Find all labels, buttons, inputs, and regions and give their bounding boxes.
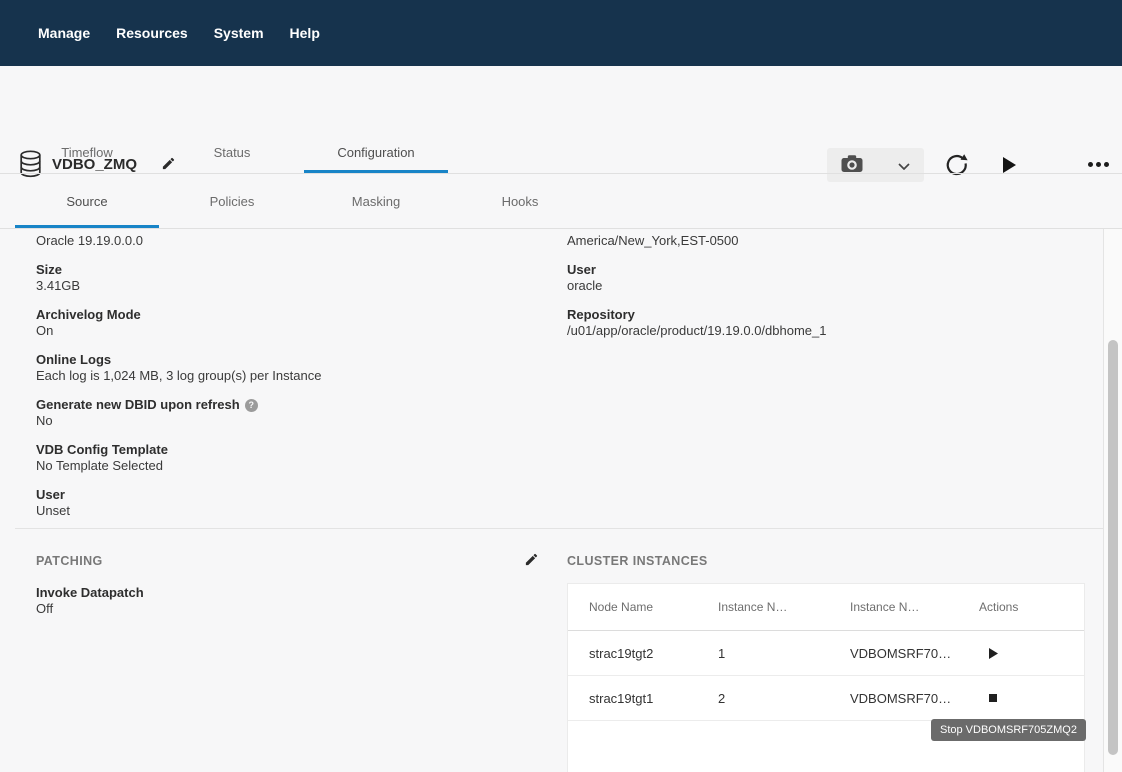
field-label: Repository bbox=[567, 307, 1087, 323]
nav-item-system[interactable]: System bbox=[214, 25, 264, 41]
column-node-name: Node Name bbox=[589, 600, 718, 614]
subtab-source[interactable]: Source bbox=[15, 174, 159, 228]
start-instance-button[interactable] bbox=[989, 648, 998, 659]
vertical-scrollbar[interactable] bbox=[1103, 229, 1122, 772]
field-invoke-datapatch: Invoke Datapatch Off bbox=[36, 585, 144, 617]
stop-instance-button[interactable] bbox=[989, 694, 997, 702]
cluster-instances-title: CLUSTER INSTANCES bbox=[567, 554, 708, 568]
cluster-instances-table: Node Name Instance N… Instance N… Action… bbox=[567, 583, 1085, 772]
field-value: No Template Selected bbox=[36, 458, 536, 474]
field-label: Online Logs bbox=[36, 352, 536, 368]
field-value: America/New_York,EST-0500 bbox=[567, 233, 1087, 249]
field-label: Invoke Datapatch bbox=[36, 585, 144, 601]
cell-instance-name: VDBOMSRF70… bbox=[850, 646, 979, 661]
column-instance-number: Instance N… bbox=[718, 600, 850, 614]
field-label: Archivelog Mode bbox=[36, 307, 536, 323]
question-circle-icon[interactable]: ? bbox=[245, 399, 258, 412]
field-value: oracle bbox=[567, 278, 1087, 294]
edit-patching-button[interactable] bbox=[524, 552, 539, 567]
field-env-user: User oracle bbox=[567, 262, 1087, 294]
nav-item-resources[interactable]: Resources bbox=[116, 25, 188, 41]
tab-configuration[interactable]: Configuration bbox=[304, 131, 448, 173]
field-label: User bbox=[36, 487, 536, 503]
field-vdb-config-template: VDB Config Template No Template Selected bbox=[36, 442, 536, 474]
field-label: User bbox=[567, 262, 1087, 278]
field-value: No bbox=[36, 413, 536, 429]
primary-tabs: Timeflow Status Configuration bbox=[0, 131, 1122, 174]
nav-item-manage[interactable]: Manage bbox=[38, 25, 90, 41]
field-user: User Unset bbox=[36, 487, 536, 519]
subtab-policies[interactable]: Policies bbox=[160, 174, 304, 228]
field-value: Oracle 19.19.0.0.0 bbox=[36, 233, 536, 249]
nav-item-help[interactable]: Help bbox=[290, 25, 320, 41]
table-row: strac19tgt1 2 VDBOMSRF70… bbox=[568, 676, 1084, 721]
field-label: VDB Config Template bbox=[36, 442, 536, 458]
configuration-subtabs: Source Policies Masking Hooks bbox=[0, 174, 1122, 229]
field-label: Generate new DBID upon refresh bbox=[36, 397, 240, 413]
field-archivelog-mode: Archivelog Mode On bbox=[36, 307, 536, 339]
patching-section-title: PATCHING bbox=[36, 554, 103, 568]
field-value: Each log is 1,024 MB, 3 log group(s) per… bbox=[36, 368, 536, 384]
stop-icon bbox=[989, 694, 997, 702]
field-timezone: America/New_York,EST-0500 bbox=[567, 233, 1087, 249]
source-details-left: Oracle 19.19.0.0.0 Size 3.41GB Archivelo… bbox=[36, 233, 536, 532]
cell-node-name: strac19tgt1 bbox=[589, 691, 718, 706]
scrollbar-thumb[interactable] bbox=[1108, 340, 1118, 755]
title-bar: VDBO_ZMQ bbox=[0, 66, 1122, 131]
field-value: 3.41GB bbox=[36, 278, 536, 294]
table-header-row: Node Name Instance N… Instance N… Action… bbox=[568, 584, 1084, 631]
field-online-logs: Online Logs Each log is 1,024 MB, 3 log … bbox=[36, 352, 536, 384]
table-row: strac19tgt2 1 VDBOMSRF70… bbox=[568, 631, 1084, 676]
cell-instance-number: 1 bbox=[718, 646, 850, 661]
section-divider bbox=[15, 528, 1103, 529]
field-generate-dbid: Generate new DBID upon refresh ? No bbox=[36, 397, 536, 429]
cell-instance-number: 2 bbox=[718, 691, 850, 706]
page: Manage Resources System Help VDBO_ZMQ bbox=[0, 0, 1122, 772]
column-instance-name: Instance N… bbox=[850, 600, 979, 614]
edit-pencil-icon bbox=[524, 555, 539, 570]
field-db-version: Oracle 19.19.0.0.0 bbox=[36, 233, 536, 249]
field-value: Unset bbox=[36, 503, 536, 519]
field-value: /u01/app/oracle/product/19.19.0.0/dbhome… bbox=[567, 323, 1087, 339]
subtab-hooks[interactable]: Hooks bbox=[448, 174, 592, 228]
play-icon bbox=[989, 647, 998, 662]
stop-instance-tooltip: Stop VDBOMSRF705ZMQ2 bbox=[931, 719, 1086, 741]
field-value: Off bbox=[36, 601, 144, 617]
top-navbar: Manage Resources System Help bbox=[0, 0, 1122, 66]
field-value: On bbox=[36, 323, 536, 339]
column-actions: Actions bbox=[979, 600, 1084, 614]
field-label: Size bbox=[36, 262, 536, 278]
subtab-masking[interactable]: Masking bbox=[304, 174, 448, 228]
tab-status[interactable]: Status bbox=[160, 131, 304, 173]
source-details-right: America/New_York,EST-0500 User oracle Re… bbox=[567, 233, 1087, 352]
field-size: Size 3.41GB bbox=[36, 262, 536, 294]
cell-instance-name: VDBOMSRF70… bbox=[850, 691, 979, 706]
field-repository: Repository /u01/app/oracle/product/19.19… bbox=[567, 307, 1087, 339]
cell-node-name: strac19tgt2 bbox=[589, 646, 718, 661]
tab-timeflow[interactable]: Timeflow bbox=[15, 131, 159, 173]
